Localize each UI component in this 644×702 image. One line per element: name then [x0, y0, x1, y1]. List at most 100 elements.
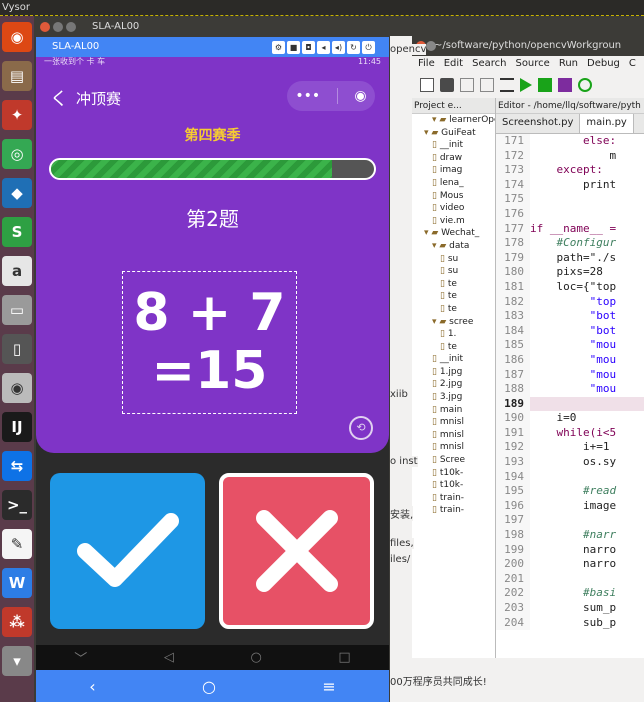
code-line[interactable]: 176 [496, 206, 644, 222]
tree-item[interactable]: ▾ ▰ GuiFeat [412, 127, 495, 140]
network-icon[interactable]: ✦ [2, 100, 32, 130]
volume-down-icon[interactable]: ◂ [317, 40, 330, 54]
code-line[interactable]: 193 os.sy [496, 455, 644, 470]
tree-item[interactable]: ▾ ▰ scree [412, 316, 495, 329]
tree-item[interactable]: ▯ su [412, 253, 495, 266]
back-chevron-icon[interactable]: く [50, 85, 68, 111]
back-icon[interactable]: ◁ [164, 650, 174, 665]
menu-item-file[interactable]: File [418, 56, 435, 72]
code-line[interactable]: 200 narro [496, 557, 644, 572]
code-line[interactable]: 196 image [496, 498, 644, 514]
tree-item[interactable]: ▯ 1. [412, 328, 495, 341]
tree-item[interactable]: ▯ Scree [412, 454, 495, 467]
tree-item[interactable]: ▯ __init [412, 139, 495, 152]
tree-item[interactable]: ▯ Mous [412, 190, 495, 203]
editor-tab[interactable]: main.py [580, 114, 634, 133]
wrong-button[interactable] [219, 473, 374, 629]
intellij-icon[interactable]: IJ [2, 412, 32, 442]
code-line[interactable]: 198 #narr [496, 528, 644, 543]
record-icon[interactable]: ■ [287, 40, 300, 54]
trash-icon[interactable]: ▾ [2, 646, 32, 676]
tree-item[interactable]: ▯ main [412, 404, 495, 417]
code-line[interactable]: 172 m [496, 148, 644, 164]
wps-icon[interactable]: W [2, 568, 32, 598]
tree-item[interactable]: ▯ 3.jpg [412, 391, 495, 404]
code-line[interactable]: 189 [496, 396, 644, 412]
menu-item-c[interactable]: C [629, 56, 636, 72]
screenshot-icon[interactable]: ◘ [302, 40, 315, 54]
code-line[interactable]: 195 #read [496, 484, 644, 499]
code-line[interactable]: 183 "bot [496, 309, 644, 324]
refresh-icon[interactable]: ⟲ [349, 416, 373, 440]
dvd-icon[interactable]: ◉ [2, 373, 32, 403]
code-line[interactable]: 175 [496, 192, 644, 207]
list-icon[interactable] [500, 78, 514, 92]
amazon-icon[interactable]: a [2, 256, 32, 286]
code-line[interactable]: 188 "mou [496, 382, 644, 397]
code-line[interactable]: 186 "mou [496, 352, 644, 368]
new-file-icon[interactable] [420, 78, 434, 92]
code-line[interactable]: 174 print [496, 177, 644, 193]
ubuntu-icon[interactable]: ◉ [2, 22, 32, 52]
vysor-back-icon[interactable]: ‹ [89, 677, 95, 696]
tree-item[interactable]: ▯ 2.jpg [412, 378, 495, 391]
editor-tab[interactable]: Screenshot.py [496, 114, 581, 133]
virtualbox-icon[interactable]: ◆ [2, 178, 32, 208]
disk-icon[interactable]: ▭ [2, 295, 32, 325]
tree-item[interactable]: ▯ t10k- [412, 479, 495, 492]
sublime-icon[interactable]: S [2, 217, 32, 247]
save-all-icon[interactable] [480, 78, 494, 92]
teamviewer-icon[interactable]: ⇆ [2, 451, 32, 481]
code-line[interactable]: 197 [496, 513, 644, 529]
code-line[interactable]: 184 "bot [496, 323, 644, 339]
reload-icon[interactable] [578, 78, 592, 92]
close-dot-icon[interactable] [40, 22, 50, 32]
recents-icon[interactable]: □ [338, 650, 350, 665]
code-line[interactable]: 201 [496, 571, 644, 587]
code-line[interactable]: 191 while(i<5 [496, 425, 644, 441]
tree-item[interactable]: ▯ draw [412, 152, 495, 165]
home-icon[interactable]: ○ [250, 650, 261, 665]
phone-icon[interactable]: ▯ [2, 334, 32, 364]
rotate-icon[interactable]: ↻ [347, 40, 360, 54]
code-line[interactable]: 177 if __name__ = [496, 221, 644, 237]
minimize-dot-icon[interactable] [53, 22, 63, 32]
code-line[interactable]: 173 except: [496, 163, 644, 178]
close-miniprogram-icon[interactable]: ◉ [354, 88, 366, 104]
tree-item[interactable]: ▯ video [412, 202, 495, 215]
tree-item[interactable]: ▯ __init [412, 353, 495, 366]
tree-item[interactable]: ▯ mnisl [412, 429, 495, 442]
menu-item-debug[interactable]: Debug [587, 56, 620, 72]
debug-icon[interactable] [558, 78, 572, 92]
code-line[interactable]: 185 "mou [496, 338, 644, 353]
tree-item[interactable]: ▯ t10k- [412, 467, 495, 480]
settings-icon[interactable]: ⚙ [272, 40, 285, 54]
code-line[interactable]: 179 path="./s [496, 250, 644, 266]
more-icon[interactable]: ••• [295, 88, 320, 104]
run-file-icon[interactable] [538, 78, 552, 92]
menu-item-search[interactable]: Search [472, 56, 506, 72]
tree-item[interactable]: ▾ ▰ data [412, 240, 495, 253]
tree-item[interactable]: ▯ lena_ [412, 177, 495, 190]
menu-item-run[interactable]: Run [559, 56, 578, 72]
volume-up-icon[interactable]: ◂) [332, 40, 345, 54]
tree-item[interactable]: ▯ te [412, 303, 495, 316]
tree-item[interactable]: ▯ train- [412, 492, 495, 505]
code-line[interactable]: 187 "mou [496, 367, 644, 383]
tree-item[interactable]: ▯ 1.jpg [412, 366, 495, 379]
maximize-dot-icon[interactable] [66, 22, 76, 32]
vysor-menu-icon[interactable]: ≡ [322, 677, 335, 696]
code-line[interactable]: 192 i+=1 [496, 440, 644, 456]
run-icon[interactable] [520, 78, 532, 92]
menu-item-source[interactable]: Source [515, 56, 549, 72]
tree-item[interactable]: ▯ mnisl [412, 416, 495, 429]
code-line[interactable]: 182 "top [496, 294, 644, 310]
code-line[interactable]: 199 narro [496, 542, 644, 558]
tree-item[interactable]: ▾ ▰ Wechat_ [412, 227, 495, 240]
code-editor[interactable]: Editor - /home/llq/software/pyth Screens… [496, 98, 644, 658]
code-line[interactable]: 203 sum_p [496, 601, 644, 616]
tree-item[interactable]: ▯ te [412, 341, 495, 354]
tree-item[interactable]: ▯ imag [412, 164, 495, 177]
code-line[interactable]: 194 [496, 469, 644, 485]
save-icon[interactable] [460, 78, 474, 92]
